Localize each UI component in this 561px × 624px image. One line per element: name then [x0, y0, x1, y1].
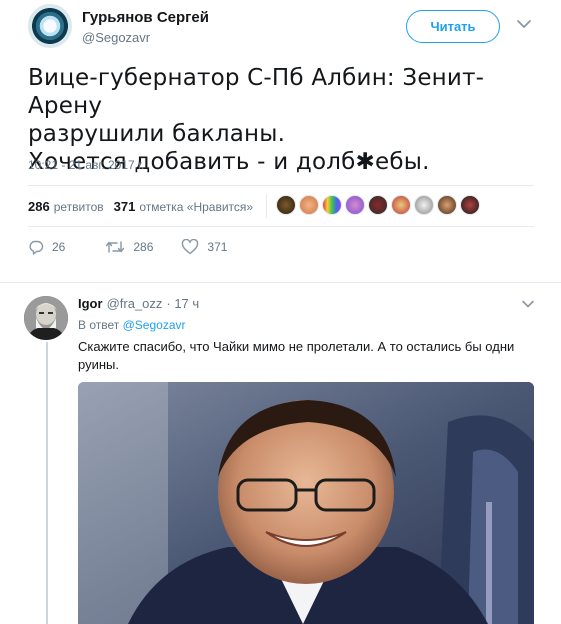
reply-author-handle[interactable]: @fra_ozz — [107, 296, 163, 311]
reply-avatar[interactable] — [24, 296, 68, 340]
retweets-count[interactable]: 286 — [28, 199, 50, 214]
reply-header: Igor @fra_ozz · 17 ч — [78, 296, 199, 311]
reply-context-prefix: В ответ — [78, 318, 120, 332]
retweet-count: 286 — [133, 240, 154, 254]
liker-avatar[interactable] — [299, 195, 319, 215]
reply-author-name[interactable]: Igor — [78, 296, 103, 311]
liker-avatar[interactable] — [368, 195, 388, 215]
avatar[interactable] — [28, 4, 72, 48]
retweet-icon — [106, 241, 125, 253]
liker-avatar[interactable] — [391, 195, 411, 215]
retweets-label[interactable]: ретвитов — [54, 200, 104, 214]
likes-label[interactable]: отметка «Нравится» — [139, 200, 253, 214]
author-handle[interactable]: @Segozavr — [82, 30, 150, 45]
portrait-icon — [24, 296, 68, 340]
likes-count[interactable]: 371 — [114, 199, 136, 214]
tweet-page: Гурьянов Сергей @Segozavr Читать Вице-гу… — [0, 0, 561, 624]
like-button[interactable]: 371 — [181, 239, 227, 255]
liker-avatars — [276, 195, 483, 215]
reply-photo[interactable] — [78, 382, 534, 624]
reply-text: Скажите спасибо, что Чайки мимо не проле… — [78, 339, 515, 372]
chevron-down-icon[interactable] — [516, 18, 532, 30]
tweet-stats: 286 ретвитов 371 отметка «Нравится» — [28, 199, 253, 214]
divider — [266, 194, 267, 218]
liker-avatar[interactable] — [345, 195, 365, 215]
tweet-timestamp[interactable]: 10:21 - 21 авг. 2017 г. — [28, 158, 144, 172]
like-count: 371 — [207, 240, 228, 254]
liker-avatar[interactable] — [322, 195, 342, 215]
divider — [0, 282, 561, 283]
chevron-down-icon[interactable] — [521, 299, 535, 309]
liker-avatar[interactable] — [276, 195, 296, 215]
thread-line — [46, 342, 48, 624]
reply-time[interactable]: · 17 ч — [166, 296, 199, 311]
divider — [28, 226, 534, 227]
liker-avatar[interactable] — [460, 195, 480, 215]
tweet-text-line-1: Вице-губернатор С-Пб Албин: Зенит-Арену — [28, 65, 485, 119]
main-tweet: Гурьянов Сергей @Segozavr Читать Вице-гу… — [0, 0, 561, 283]
reply-button[interactable]: 26 — [28, 239, 65, 255]
heart-icon — [182, 239, 199, 255]
divider — [28, 185, 534, 186]
liker-avatar[interactable] — [414, 195, 434, 215]
photo-image — [78, 382, 534, 624]
follow-button[interactable]: Читать — [406, 10, 500, 43]
reply-count: 26 — [52, 240, 66, 254]
liker-avatar[interactable] — [437, 195, 457, 215]
author-name[interactable]: Гурьянов Сергей — [82, 9, 209, 26]
reply-context: В ответ @Segozavr — [78, 318, 186, 332]
reply-context-handle[interactable]: @Segozavr — [123, 318, 186, 332]
tweet-actions: 26 286 371 — [28, 239, 253, 255]
tweet-text-line-2: разрушили бакланы. — [28, 121, 286, 147]
reply-icon — [29, 240, 44, 255]
retweet-button[interactable]: 286 — [105, 239, 153, 255]
